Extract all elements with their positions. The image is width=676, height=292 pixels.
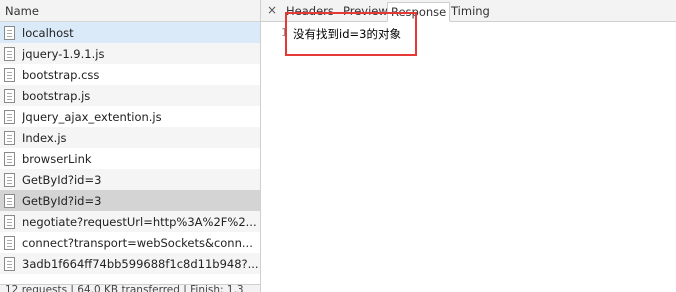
request-row[interactable]: browserLink bbox=[0, 148, 260, 169]
highlight-box bbox=[285, 12, 417, 56]
request-name: Jquery_ajax_extention.js bbox=[22, 109, 162, 124]
request-rows: localhost jquery-1.9.1.js bootstrap.css boo… bbox=[0, 22, 260, 274]
request-name: browserLink bbox=[22, 151, 92, 166]
response-body: 1 没有找到id=3的对象 bbox=[261, 22, 676, 292]
request-row[interactable]: bootstrap.js bbox=[0, 85, 260, 106]
file-icon bbox=[4, 256, 15, 271]
file-icon bbox=[4, 109, 15, 124]
tab-timing[interactable]: Timing bbox=[451, 4, 490, 18]
request-name: localhost bbox=[22, 25, 74, 40]
request-row[interactable]: connect?transport=webSockets&conn... bbox=[0, 232, 260, 253]
request-row[interactable]: GetById?id=3 bbox=[0, 169, 260, 190]
file-icon bbox=[4, 67, 15, 82]
request-row[interactable]: 3adb1f664ff74bb599688f1c8d11b948?... bbox=[0, 253, 260, 274]
file-icon bbox=[4, 25, 15, 40]
request-name: GetById?id=3 bbox=[22, 193, 102, 208]
file-icon bbox=[4, 235, 15, 250]
request-row[interactable]: Index.js bbox=[0, 127, 260, 148]
request-row[interactable]: negotiate?requestUrl=http%3A%2F%2... bbox=[0, 211, 260, 232]
file-icon bbox=[4, 214, 15, 229]
file-icon bbox=[4, 46, 15, 61]
request-name: negotiate?requestUrl=http%3A%2F%2... bbox=[22, 214, 257, 229]
name-column-header[interactable]: Name bbox=[0, 0, 260, 22]
request-name: connect?transport=webSockets&conn... bbox=[22, 235, 253, 250]
request-name: bootstrap.css bbox=[22, 67, 100, 82]
request-name: Index.js bbox=[22, 130, 67, 145]
request-name: jquery-1.9.1.js bbox=[22, 46, 105, 61]
request-row[interactable]: bootstrap.css bbox=[0, 64, 260, 85]
file-icon bbox=[4, 151, 15, 166]
network-request-list: Name localhost jquery-1.9.1.js bootstrap.c… bbox=[0, 0, 261, 292]
close-icon[interactable]: × bbox=[267, 3, 277, 17]
request-detail-panel: × Headers Preview Response Timing 1 没有找到… bbox=[261, 0, 676, 292]
status-text: 12 requests | 64.0 KB transferred | Fini… bbox=[5, 284, 244, 292]
request-row[interactable]: GetById?id=3 bbox=[0, 190, 260, 211]
request-name: bootstrap.js bbox=[22, 88, 91, 103]
request-row[interactable]: localhost bbox=[0, 22, 260, 43]
status-bar: 12 requests | 64.0 KB transferred | Fini… bbox=[0, 284, 260, 292]
request-row[interactable]: Jquery_ajax_extention.js bbox=[0, 106, 260, 127]
file-icon bbox=[4, 130, 15, 145]
file-icon bbox=[4, 88, 15, 103]
request-name: GetById?id=3 bbox=[22, 172, 102, 187]
file-icon bbox=[4, 193, 15, 208]
request-name: 3adb1f664ff74bb599688f1c8d11b948?... bbox=[22, 256, 259, 271]
file-icon bbox=[4, 172, 15, 187]
request-row[interactable]: jquery-1.9.1.js bbox=[0, 43, 260, 64]
